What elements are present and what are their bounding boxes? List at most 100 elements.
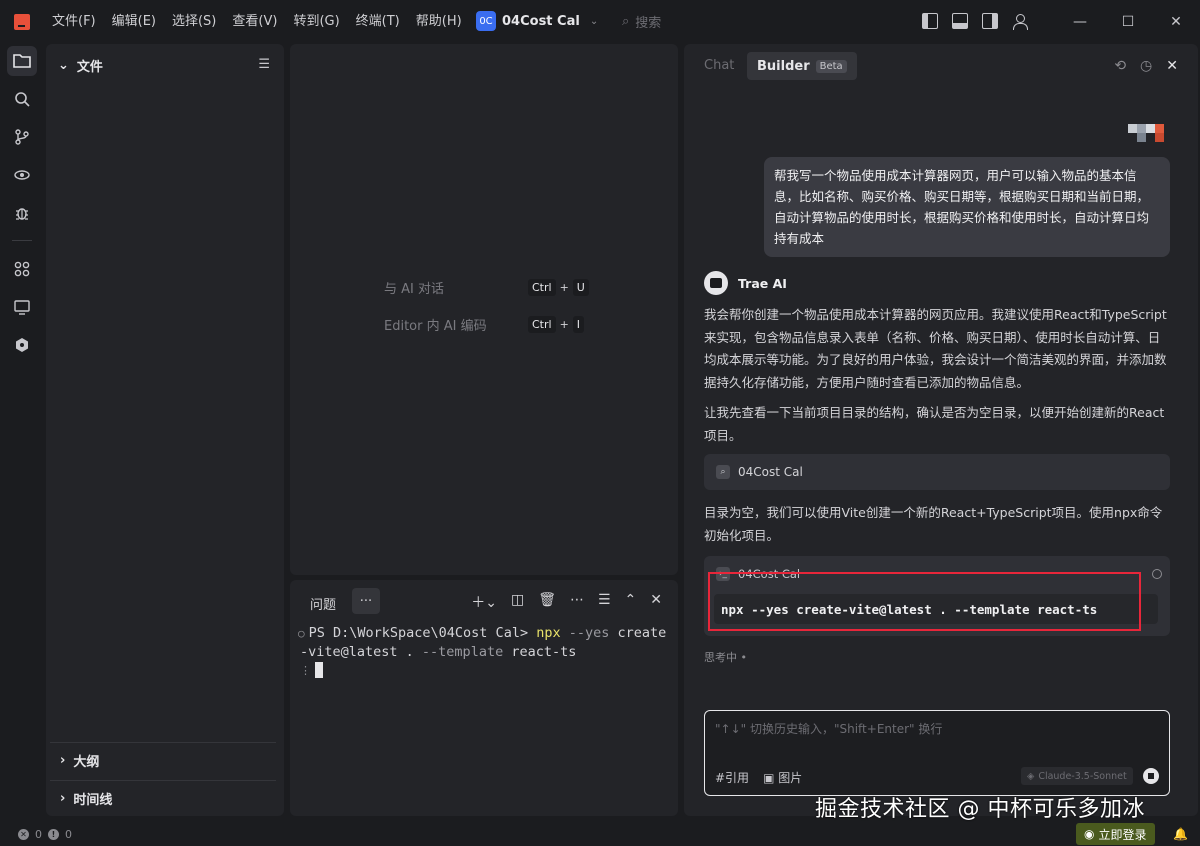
add-terminal-icon[interactable]: ＋⌄: [471, 592, 497, 612]
more-icon[interactable]: ⋯: [570, 592, 584, 612]
terminal-panel: 问题 ··· ＋⌄ ◫ 🗑 ⋯ ☰ ⌃ ✕ ○ PS D:\WorkSpace\0…: [290, 580, 678, 816]
extensions-icon[interactable]: [7, 254, 37, 284]
model-selector[interactable]: ◈ Claude-3.5-Sonnet: [1021, 767, 1133, 785]
warning-count: 0: [65, 827, 72, 841]
toggle-bottom-panel-icon[interactable]: [952, 13, 968, 29]
window-controls: — ☐ ✕: [1056, 0, 1200, 44]
more-tabs-button[interactable]: ···: [352, 588, 380, 614]
project-switcher[interactable]: 0C 04Cost Cal ⌄: [476, 11, 598, 31]
notification-icon[interactable]: 🔔: [1173, 827, 1188, 841]
tab-problems[interactable]: 问题: [310, 594, 336, 613]
file-reference[interactable]: ⌕ 04Cost Cal: [704, 454, 1170, 490]
tab-builder[interactable]: Builder Beta: [747, 52, 857, 80]
trash-icon[interactable]: 🗑: [538, 592, 556, 612]
watermark: 掘金技术社区 @ 中杯可乐多加冰: [815, 797, 1145, 822]
app-logo: [14, 14, 30, 30]
terminal-output[interactable]: ○ PS D:\WorkSpace\04Cost Cal> npx --yes c…: [298, 624, 668, 680]
preview-icon[interactable]: [7, 292, 37, 322]
ai-avatar: [704, 271, 728, 295]
login-button[interactable]: ◉ 立即登录: [1076, 823, 1155, 845]
chevron-down-icon: ⌄: [589, 15, 599, 27]
toggle-left-panel-icon[interactable]: [922, 13, 938, 29]
menu-terminal[interactable]: 终端(T): [348, 0, 408, 44]
menu-file[interactable]: 文件(F): [44, 0, 104, 44]
hint-label: 与 AI 对话: [384, 282, 444, 297]
file-explorer: ⌄ 文件 ☰ › 大纲 › 时间线: [46, 44, 284, 816]
tab-chat[interactable]: Chat: [704, 58, 734, 73]
stop-button[interactable]: [1143, 768, 1159, 784]
shortcut: Ctrl + U: [528, 279, 589, 296]
key-plus: +: [559, 281, 569, 294]
cube-icon: ◈: [1027, 770, 1035, 782]
ai-paragraph: 让我先查看一下当前项目目录的结构，确认是否为空目录，以便开始创建新的React项…: [704, 405, 1165, 443]
close-icon[interactable]: ✕: [1166, 58, 1178, 74]
minimize-icon[interactable]: —: [1056, 0, 1104, 44]
problems-status[interactable]: ✕ 0 ! 0: [18, 828, 72, 841]
reference-button[interactable]: #引用: [715, 769, 749, 786]
terminal-cmd: npx: [536, 625, 561, 641]
hint-ai-chat: 与 AI 对话 Ctrl + U: [384, 278, 589, 297]
new-chat-icon[interactable]: ⟲: [1114, 58, 1126, 74]
ai-paragraph: 目录为空，我们可以使用Vite创建一个新的React+TypeScript项目。…: [704, 505, 1163, 543]
package-icon[interactable]: [7, 330, 37, 360]
terminal-prompt: PS D:\WorkSpace\04Cost Cal>: [308, 625, 529, 641]
debug-icon[interactable]: [7, 198, 37, 228]
terminal-toolbar: ＋⌄ ◫ 🗑 ⋯ ☰ ⌃ ✕: [471, 592, 662, 612]
explorer-icon[interactable]: [7, 46, 37, 76]
toggle-right-panel-icon[interactable]: [982, 13, 998, 29]
outline-label: 大纲: [73, 755, 100, 770]
project-badge: 0C: [476, 11, 496, 31]
menu-select[interactable]: 选择(S): [164, 0, 224, 44]
beta-badge: Beta: [815, 59, 847, 73]
close-window-icon[interactable]: ✕: [1152, 0, 1200, 44]
search-icon: ⌕: [622, 14, 630, 29]
explorer-header[interactable]: ⌄ 文件: [58, 56, 272, 75]
terminal-line: ⋮: [298, 661, 668, 680]
source-control-icon[interactable]: [7, 122, 37, 152]
image-label: 图片: [778, 771, 803, 785]
menu-edit[interactable]: 编辑(E): [104, 0, 164, 44]
image-button[interactable]: ▣ 图片: [763, 769, 802, 786]
menu-help[interactable]: 帮助(H): [408, 0, 470, 44]
tab-builder-label: Builder: [757, 58, 810, 74]
menu-goto[interactable]: 转到(G): [285, 0, 347, 44]
key-u: U: [572, 279, 589, 296]
editor-area: 与 AI 对话 Ctrl + U Editor 内 AI 编码 Ctrl + I: [290, 44, 678, 575]
maximize-icon[interactable]: ☐: [1104, 0, 1152, 44]
chat-input-placeholder: "↑↓" 切换历史输入，"Shift+Enter" 换行: [715, 722, 943, 736]
terminal-text: -vite@latest .: [300, 644, 422, 660]
menu-view[interactable]: 查看(V): [224, 0, 285, 44]
key-i: I: [572, 316, 585, 333]
user-avatar: [1128, 120, 1168, 142]
search-icon[interactable]: [7, 84, 37, 114]
close-panel-icon[interactable]: ✕: [650, 592, 662, 612]
hint-ai-inline: Editor 内 AI 编码 Ctrl + I: [384, 315, 585, 334]
chat-input[interactable]: "↑↓" 切换历史输入，"Shift+Enter" 换行 #引用 ▣ 图片 ◈ …: [704, 710, 1170, 796]
search-icon: ⌕: [716, 465, 730, 479]
filter-icon[interactable]: ☰: [258, 57, 270, 72]
maximize-panel-icon[interactable]: ⌃: [625, 592, 637, 612]
timeline-section[interactable]: › 时间线: [50, 780, 276, 816]
login-label: 立即登录: [1098, 827, 1147, 842]
menu-bar: 文件(F) 编辑(E) 选择(S) 查看(V) 转到(G) 终端(T) 帮助(H…: [44, 0, 470, 44]
settings-icon[interactable]: ☰: [598, 592, 611, 612]
chevron-right-icon: ›: [60, 753, 66, 768]
activity-bar: [0, 44, 44, 822]
layout-toggles: [922, 13, 1028, 30]
search-box[interactable]: ⌕ 搜索: [622, 12, 661, 31]
error-count: 0: [35, 827, 42, 841]
terminal-line: -vite@latest . --template react-ts: [298, 643, 668, 661]
project-name: 04Cost Cal: [502, 13, 580, 29]
warning-icon: !: [48, 828, 59, 840]
remote-icon[interactable]: [7, 160, 37, 190]
thinking-status: 思考中 •: [704, 651, 747, 664]
terminal-cursor: [315, 662, 323, 678]
split-terminal-icon[interactable]: ◫: [511, 592, 524, 612]
history-icon[interactable]: ◷: [1140, 58, 1152, 74]
user-message: 帮我写一个物品使用成本计算器网页，用户可以输入物品的基本信息，比如名称、购买价格…: [764, 157, 1170, 257]
model-name: Claude-3.5-Sonnet: [1038, 770, 1127, 782]
terminal-text: create: [617, 625, 667, 641]
account-icon[interactable]: [1012, 13, 1028, 30]
search-placeholder: 搜索: [635, 16, 662, 31]
outline-section[interactable]: › 大纲: [50, 742, 276, 778]
